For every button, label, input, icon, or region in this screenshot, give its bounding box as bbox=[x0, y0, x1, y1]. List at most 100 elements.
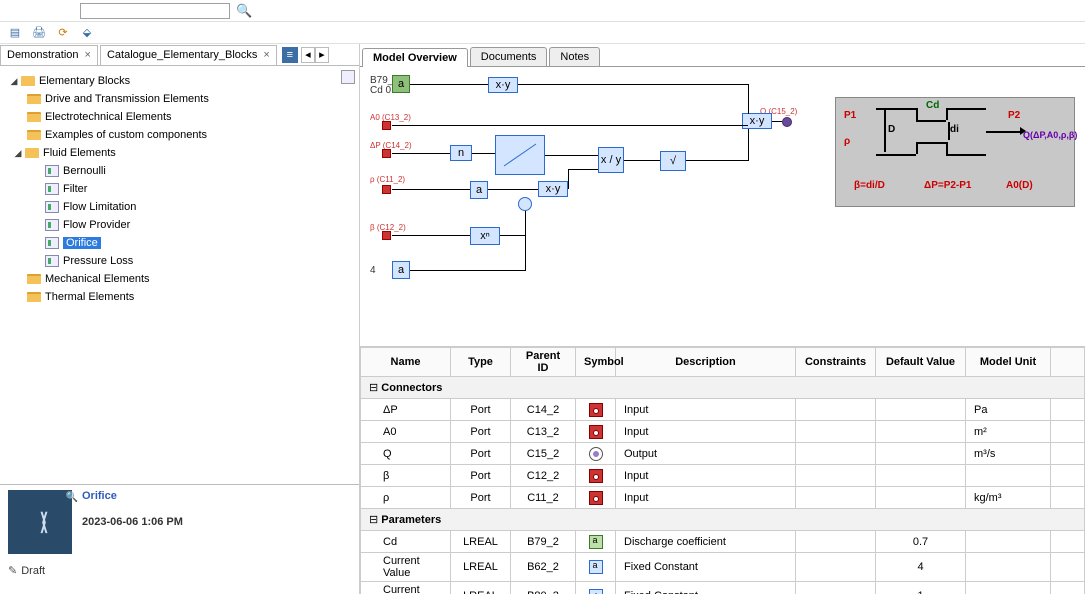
cell-type: Port bbox=[451, 465, 511, 487]
port-in[interactable] bbox=[382, 149, 391, 158]
cell-def: 4 bbox=[876, 553, 966, 582]
tree-ploss[interactable]: Pressure Loss bbox=[4, 252, 355, 270]
cell-type: LREAL bbox=[451, 582, 511, 594]
config-icon[interactable]: ▤ bbox=[6, 24, 24, 42]
zoom-icon[interactable]: 🔍 bbox=[66, 492, 70, 503]
th-name[interactable]: Name bbox=[361, 348, 451, 377]
tree-root[interactable]: ◢Elementary Blocks bbox=[4, 72, 355, 90]
tab-label: Demonstration bbox=[7, 49, 79, 61]
table-row[interactable]: ΔPPortC14_2InputPa bbox=[361, 399, 1085, 421]
tab-prev-icon[interactable]: ◂ bbox=[301, 47, 315, 63]
tab-next-icon[interactable]: ▸ bbox=[315, 47, 329, 63]
filter-funnel-icon[interactable]: ⬙ bbox=[78, 24, 96, 42]
preview-status: Draft bbox=[21, 565, 45, 577]
th-con[interactable]: Constraints bbox=[796, 348, 876, 377]
view-mode-icon[interactable]: ≡ bbox=[282, 47, 298, 63]
table-row[interactable]: βPortC12_2Input bbox=[361, 465, 1085, 487]
cell-def bbox=[876, 399, 966, 421]
formula-q: Q(ΔP,A0,ρ,β) bbox=[1023, 130, 1077, 140]
cell-sym bbox=[576, 421, 616, 443]
tab-demonstration[interactable]: Demonstration × bbox=[0, 45, 98, 65]
tree-electro[interactable]: Electrotechnical Elements bbox=[4, 108, 355, 126]
tree-options-icon[interactable] bbox=[341, 70, 355, 84]
port-in[interactable] bbox=[382, 121, 391, 130]
tree-orifice[interactable]: Orifice bbox=[4, 234, 355, 252]
close-icon[interactable]: × bbox=[263, 49, 269, 61]
th-unit[interactable]: Model Unit bbox=[966, 348, 1051, 377]
tree-flowlim[interactable]: Flow Limitation bbox=[4, 198, 355, 216]
search-input[interactable] bbox=[80, 3, 230, 19]
block-sum[interactable] bbox=[518, 197, 532, 211]
cell-end bbox=[1051, 443, 1085, 465]
tree-drive[interactable]: Drive and Transmission Elements bbox=[4, 90, 355, 108]
table-row[interactable]: ρPortC11_2Inputkg/m³ bbox=[361, 487, 1085, 509]
block-xy[interactable]: x·y bbox=[488, 77, 518, 93]
block-a[interactable]: a bbox=[470, 181, 488, 199]
table-group[interactable]: Connectors bbox=[361, 377, 1085, 399]
cell-con bbox=[796, 531, 876, 553]
tree-mech[interactable]: Mechanical Elements bbox=[4, 270, 355, 288]
formula-p2: P2 bbox=[1008, 110, 1020, 121]
th-pid[interactable]: Parent ID bbox=[511, 348, 576, 377]
tab-catalogue[interactable]: Catalogue_Elementary_Blocks × bbox=[100, 45, 277, 65]
print-icon[interactable]: 🖨 bbox=[30, 24, 48, 42]
th-def[interactable]: Default Value bbox=[876, 348, 966, 377]
tree-flowprov[interactable]: Flow Provider bbox=[4, 216, 355, 234]
search-icon[interactable]: 🔍 bbox=[236, 3, 252, 19]
block-xn[interactable]: xⁿ bbox=[470, 227, 500, 245]
tab-notes[interactable]: Notes bbox=[549, 47, 600, 66]
tree-fluid[interactable]: ◢Fluid Elements bbox=[4, 144, 355, 162]
block-const[interactable]: a bbox=[392, 261, 410, 279]
cell-con bbox=[796, 421, 876, 443]
preview-thumbnail: ⟩⟨🔍 bbox=[8, 490, 72, 554]
cell-end bbox=[1051, 465, 1085, 487]
tree-filter[interactable]: Filter bbox=[4, 180, 355, 198]
close-icon[interactable]: × bbox=[85, 49, 91, 61]
block-n[interactable]: n bbox=[450, 145, 472, 161]
pencil-icon: ✎ bbox=[8, 564, 17, 577]
refresh-icon[interactable]: ⟳ bbox=[54, 24, 72, 42]
tab-documents[interactable]: Documents bbox=[470, 47, 548, 66]
cell-type: Port bbox=[451, 399, 511, 421]
tree-label: Orifice bbox=[63, 237, 101, 249]
block-xy2[interactable]: x·y bbox=[538, 181, 568, 197]
tree-thermal[interactable]: Thermal Elements bbox=[4, 288, 355, 306]
cell-pid: B62_2 bbox=[511, 553, 576, 582]
table-row[interactable]: QPortC15_2Outputm³/s bbox=[361, 443, 1085, 465]
cell-unit: m³/s bbox=[966, 443, 1051, 465]
cell-con bbox=[796, 487, 876, 509]
th-sym[interactable]: Symbol bbox=[576, 348, 616, 377]
tab-model-overview[interactable]: Model Overview bbox=[362, 48, 468, 67]
tree-label: Examples of custom components bbox=[45, 129, 207, 141]
cell-con bbox=[796, 582, 876, 594]
block-gain[interactable] bbox=[495, 135, 545, 175]
table-group[interactable]: Parameters bbox=[361, 509, 1085, 531]
block-div[interactable]: x / y bbox=[598, 147, 624, 173]
tree-label: Mechanical Elements bbox=[45, 273, 150, 285]
port-in[interactable] bbox=[382, 185, 391, 194]
table-row[interactable]: A0PortC13_2Inputm² bbox=[361, 421, 1085, 443]
cell-unit: kg/m³ bbox=[966, 487, 1051, 509]
cell-desc: Fixed Constant bbox=[616, 582, 796, 594]
block-cd[interactable]: a bbox=[392, 75, 410, 93]
properties-table: Name Type Parent ID Symbol Description C… bbox=[360, 347, 1085, 594]
cell-unit bbox=[966, 531, 1051, 553]
cell-name: Current Value bbox=[361, 582, 451, 594]
tree-custom[interactable]: Examples of custom components bbox=[4, 126, 355, 144]
tree-bernoulli[interactable]: Bernoulli bbox=[4, 162, 355, 180]
cell-def: 1 bbox=[876, 582, 966, 594]
table-row[interactable]: CdLREALB79_2Discharge coefficient0.7 bbox=[361, 531, 1085, 553]
port-out[interactable] bbox=[782, 117, 792, 127]
th-desc[interactable]: Description bbox=[616, 348, 796, 377]
block-diagram[interactable]: B79_2 Cd 0.7 A0 (C13_2) ΔP (C14_2) ρ (C1… bbox=[370, 75, 820, 335]
block-xy3[interactable]: x·y bbox=[742, 113, 772, 129]
th-type[interactable]: Type bbox=[451, 348, 511, 377]
cell-con bbox=[796, 443, 876, 465]
formula-D: D bbox=[888, 124, 895, 135]
cell-sym bbox=[576, 553, 616, 582]
table-row[interactable]: Current ValueLREALB62_2Fixed Constant4 bbox=[361, 553, 1085, 582]
cell-desc: Input bbox=[616, 421, 796, 443]
table-row[interactable]: Current ValueLREALB80_2Fixed Constant1 bbox=[361, 582, 1085, 594]
block-sqrt[interactable]: √ bbox=[660, 151, 686, 171]
port-in[interactable] bbox=[382, 231, 391, 240]
